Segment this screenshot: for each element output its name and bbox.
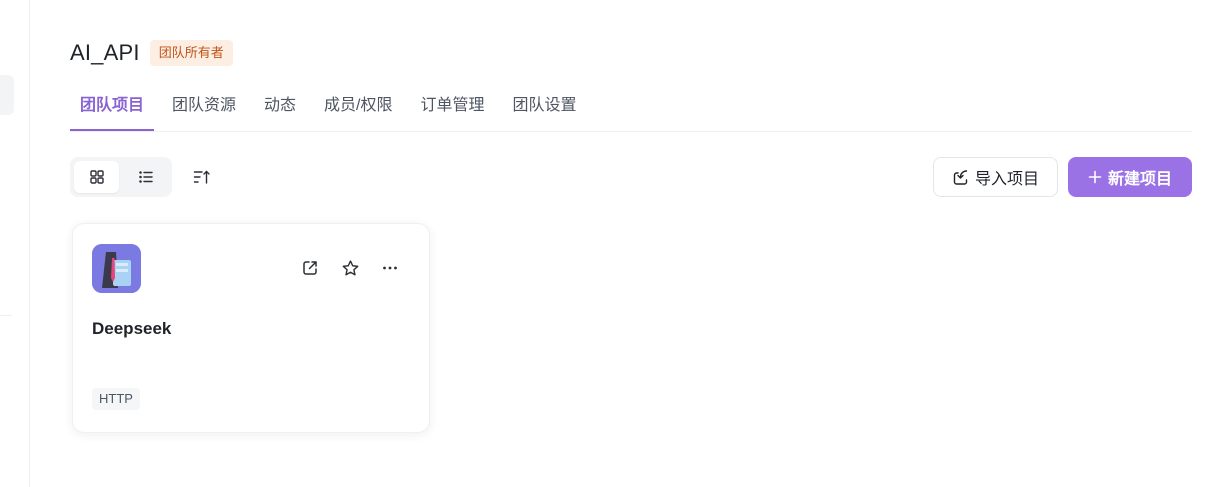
project-name: Deepseek: [92, 319, 172, 338]
sidebar-active-item[interactable]: [0, 75, 14, 115]
import-project-button[interactable]: 导入项目: [933, 157, 1058, 197]
tab-team-resources[interactable]: 团队资源: [162, 84, 246, 130]
star-icon: [342, 259, 358, 275]
import-project-label: 导入项目: [974, 171, 1039, 188]
project-card[interactable]: Deepseek HTTP: [72, 223, 430, 433]
team-tabs: 团队项目 团队资源 动态 成员/权限 订单管理 团队设置: [70, 84, 1192, 132]
sort-button[interactable]: [186, 162, 218, 192]
list-view-button[interactable]: [123, 161, 168, 193]
protocol-tag: HTTP: [92, 388, 140, 410]
sort-icon: [193, 170, 210, 184]
grid-view-button[interactable]: [74, 161, 119, 193]
project-card-actions: [299, 257, 401, 279]
external-link-icon: [303, 261, 317, 275]
sidebar-divider: [0, 315, 12, 316]
tab-team-settings[interactable]: 团队设置: [503, 84, 587, 130]
list-icon: [138, 171, 153, 183]
plus-icon: [1088, 170, 1102, 184]
tab-activity[interactable]: 动态: [254, 84, 306, 130]
grid-icon: [89, 170, 104, 184]
favorite-project-button[interactable]: [339, 257, 361, 279]
new-project-label: 新建项目: [1107, 171, 1172, 188]
tab-team-projects[interactable]: 团队项目: [70, 84, 155, 131]
tab-orders[interactable]: 订单管理: [411, 84, 495, 130]
more-options-button[interactable]: [379, 257, 401, 279]
role-badge: 团队所有者: [149, 40, 233, 66]
more-horizontal-icon: [383, 266, 397, 270]
tab-members-permissions[interactable]: 成员/权限: [314, 84, 402, 130]
view-mode-toggle: [70, 157, 172, 197]
import-icon: [953, 169, 968, 185]
team-header: AI_API 团队所有者: [70, 38, 233, 68]
open-project-button[interactable]: [299, 257, 321, 279]
project-avatar: [92, 244, 141, 293]
team-name: AI_API: [70, 40, 140, 65]
sidebar: [0, 0, 30, 487]
suit-figure-icon: [92, 244, 141, 293]
new-project-button[interactable]: 新建项目: [1068, 157, 1192, 197]
